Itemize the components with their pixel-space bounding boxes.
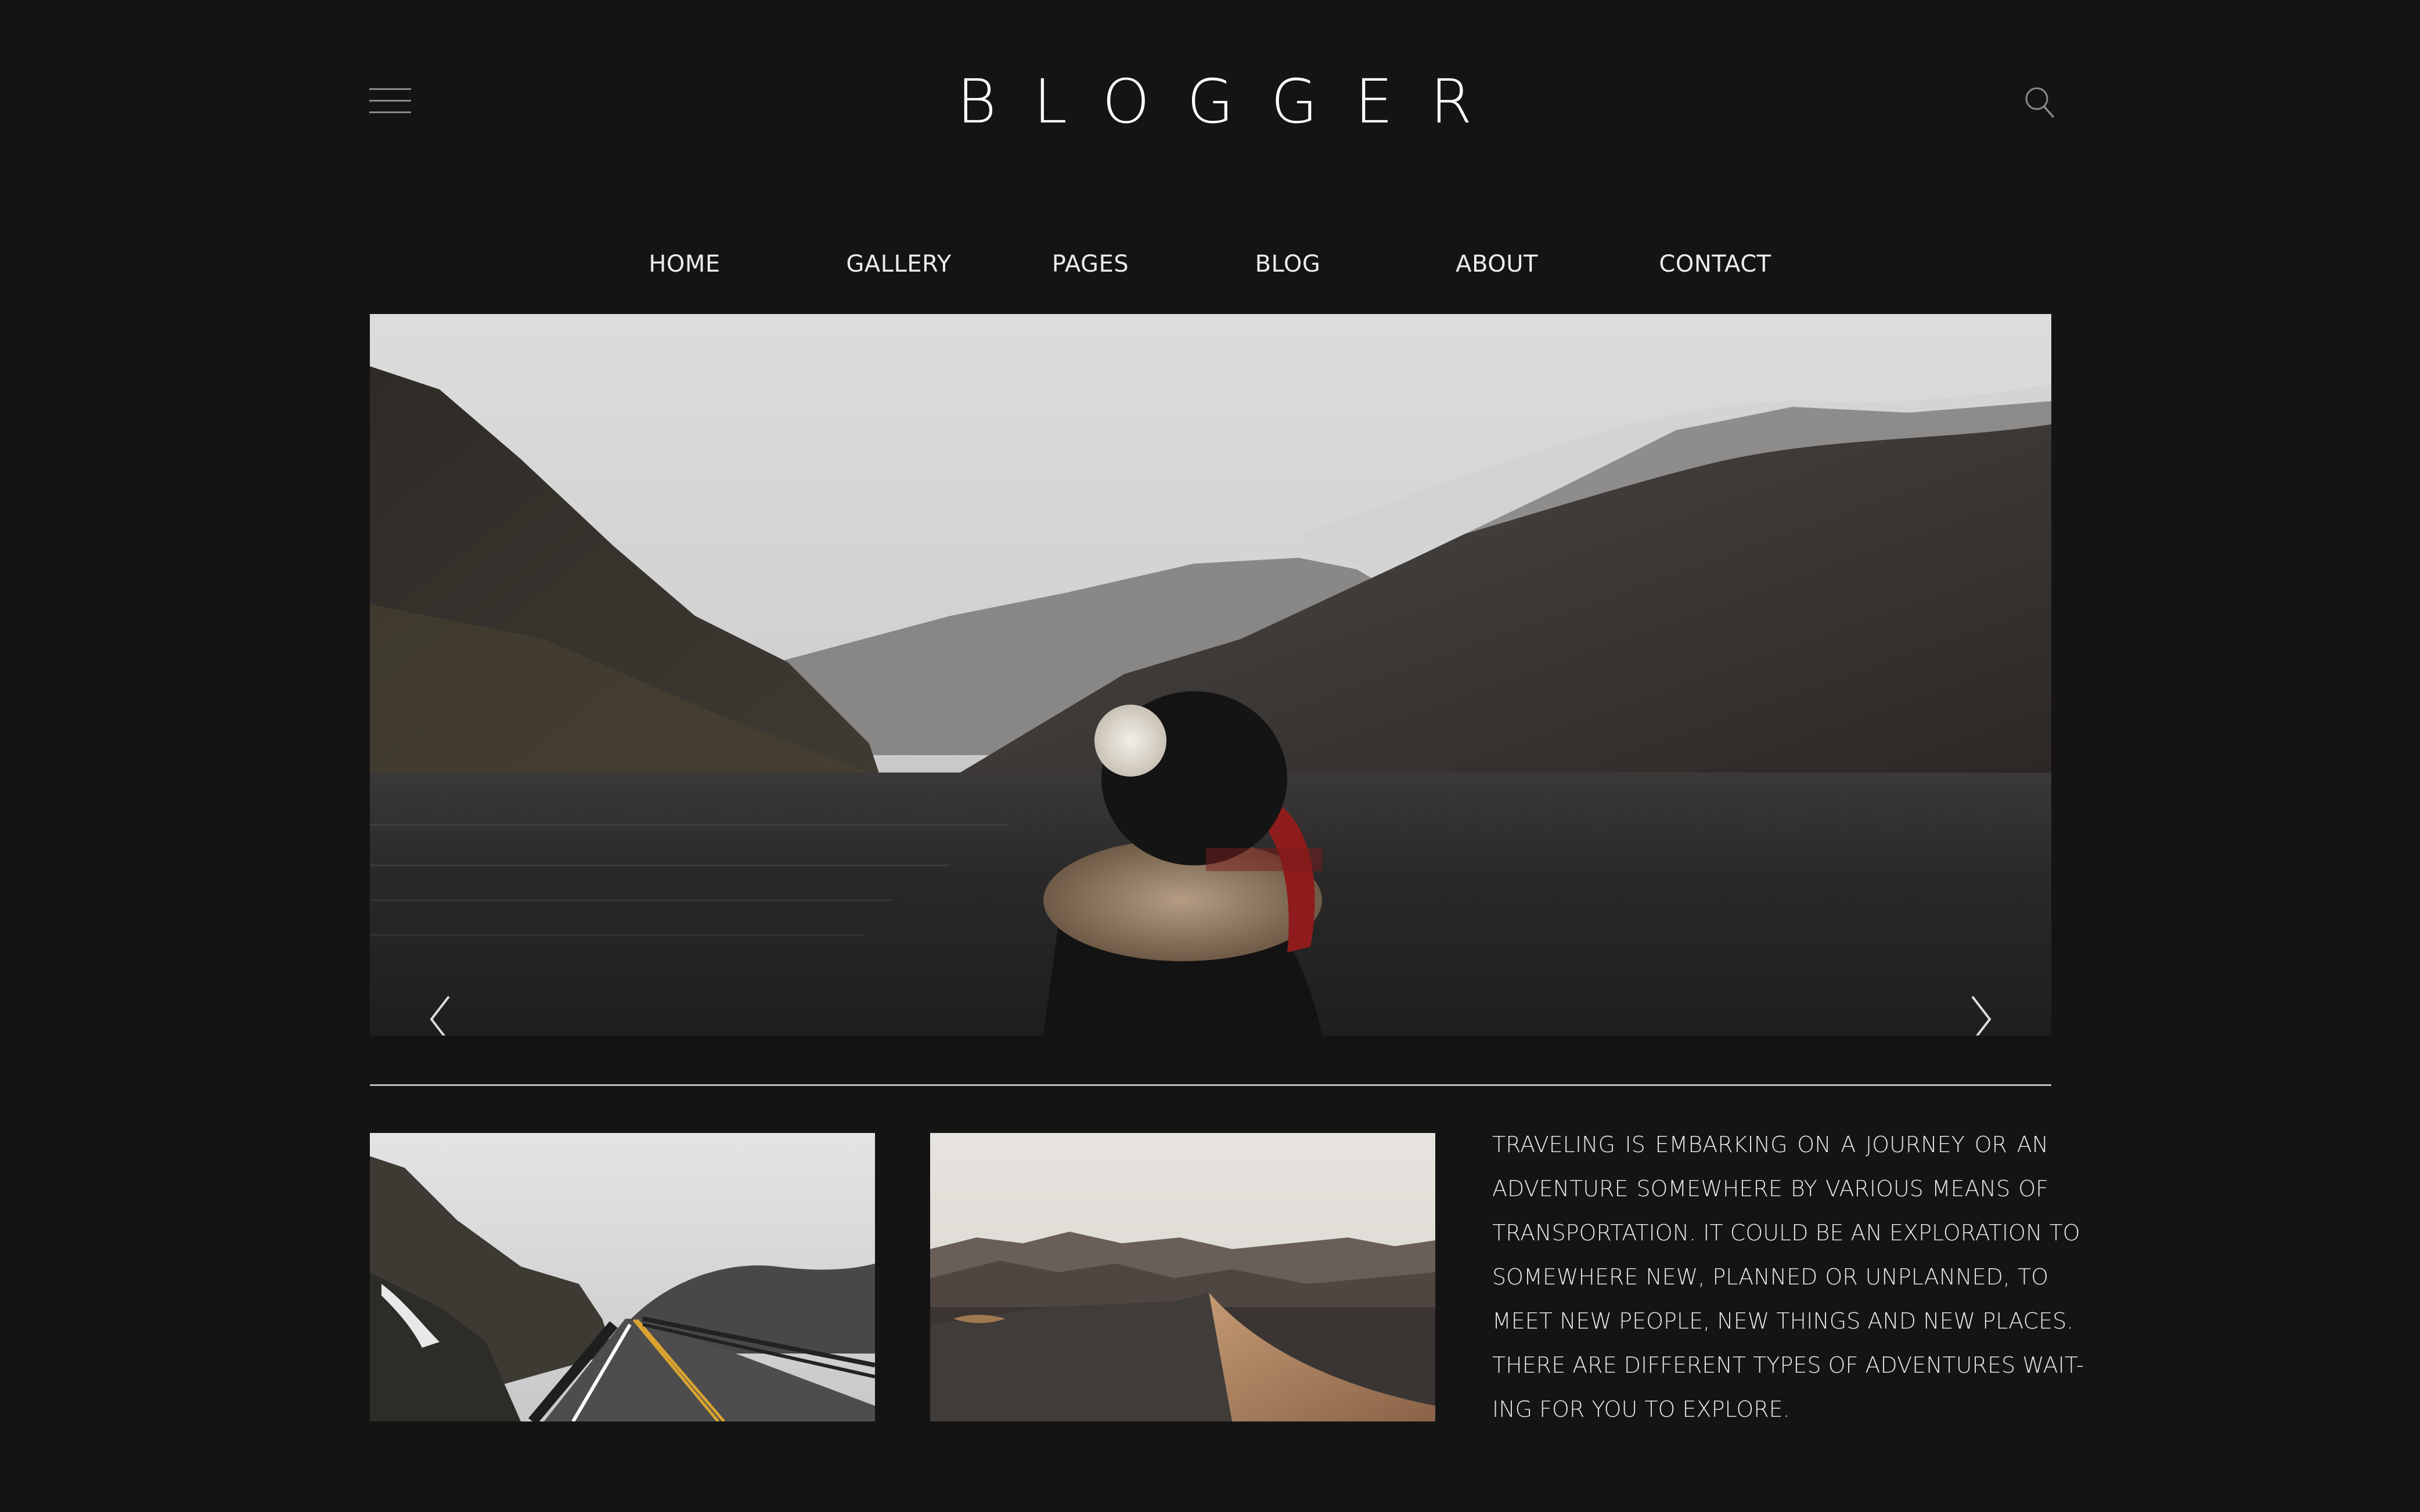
nav-item-gallery[interactable]: GALLERY [846,244,951,284]
nav-item-about[interactable]: ABOUT [1456,244,1538,284]
article-excerpt: TRAVELING IS EMBARKING ON A JOURNEY OR A… [1492,1123,2084,1436]
main-nav: HOME GALLERY PAGES BLOG ABOUT CONTACT [0,244,2420,284]
hero-image-fjord [370,314,2051,1035]
hero-slider[interactable] [370,314,2051,1035]
article-line: ING FOR YOU TO EXPLORE. [1492,1396,1790,1422]
chevron-left-icon[interactable] [422,987,457,1035]
thumbnail-desert[interactable] [930,1133,1435,1421]
search-icon[interactable] [2024,86,2055,120]
nav-item-pages[interactable]: PAGES [1052,244,1129,284]
article-line: TRAVELING IS EMBARKING ON A JOURNEY OR A… [1492,1132,2048,1157]
article-line: ADVENTURE SOMEWHERE BY VARIOUS MEANS OF [1492,1176,2048,1201]
nav-item-home[interactable]: HOME [649,244,720,284]
chevron-right-icon[interactable] [1964,987,1999,1035]
hamburger-menu-icon[interactable] [369,88,411,115]
article-line: SOMEWHERE NEW, PLANNED OR UNPLANNED, TO [1492,1264,2048,1290]
page: BLOGGER HOME GALLERY PAGES BLOG ABOUT CO… [0,0,2420,1512]
article-line: TRANSPORTATION. IT COULD BE AN EXPLORATI… [1492,1220,2080,1246]
section-divider [370,1084,2051,1086]
site-logo[interactable]: BLOGGER [920,64,1500,139]
nav-item-contact[interactable]: CONTACT [1659,244,1771,284]
nav-item-blog[interactable]: BLOG [1255,244,1321,284]
article-line: MEET NEW PEOPLE, NEW THINGS AND NEW PLAC… [1492,1308,2074,1334]
article-line: THERE ARE DIFFERENT TYPES OF ADVENTURES … [1492,1352,2084,1378]
thumbnail-road[interactable] [370,1133,875,1421]
